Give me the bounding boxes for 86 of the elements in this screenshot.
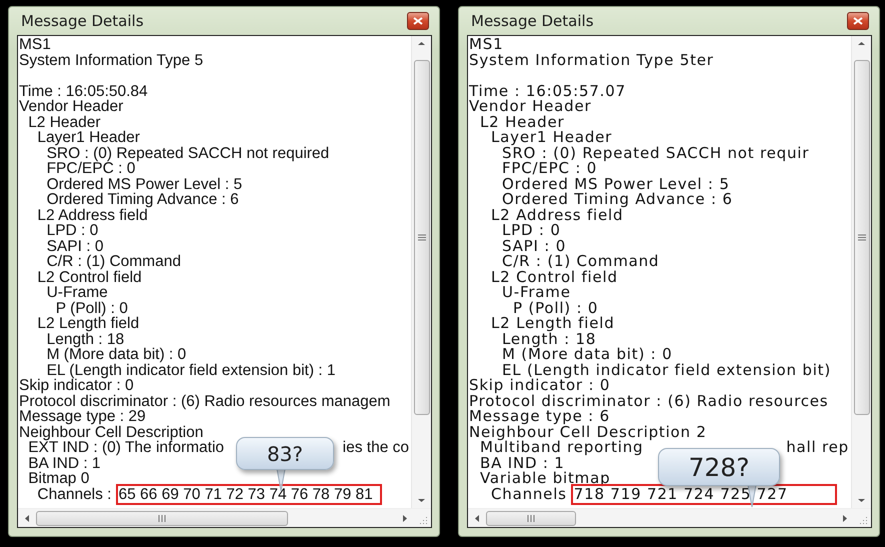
scroll-thumb[interactable] [414, 60, 430, 415]
detail-line: C/R : (1) Command [502, 254, 660, 270]
detail-line: Channels [491, 486, 567, 502]
detail-line: Ordered Timing Advance : 6 [502, 192, 733, 208]
detail-line: L2 Control field [37, 270, 142, 285]
detail-line: SAPI : 0 [502, 238, 566, 254]
detail-line: FPC/EPC : 0 [46, 161, 136, 176]
heading-line: System Information Type 5 [19, 52, 204, 68]
detail-line: Length : 18 [502, 332, 596, 347]
detail-line: Message type : 29 [19, 409, 146, 424]
detail-line: SAPI : 0 [46, 238, 104, 254]
detail-line: Message type : 6 [469, 409, 610, 424]
detail-line: SRO : (0) Repeated SACCH not requir [502, 146, 810, 161]
scroll-thumb[interactable] [36, 510, 288, 526]
scroll-right-icon[interactable] [402, 514, 408, 522]
detail-line: L2 Control field [491, 270, 618, 285]
heading-line: MS1 [19, 37, 51, 52]
detail-line: Vendor Header [469, 99, 592, 114]
detail-line: Skip indicator : 0 [469, 378, 610, 394]
detail-line: Layer1 Header [491, 130, 612, 146]
detail-line-end: hall rep [786, 440, 850, 456]
detail-line: Neighbour Cell Description [19, 424, 204, 440]
detail-line-end: ies the co [342, 440, 410, 456]
detail-line: M (More data bit) : 0 [502, 347, 672, 362]
callout-bubble: 728? [658, 448, 780, 486]
detail-line: LPD : 0 [46, 223, 98, 238]
scroll-right-icon[interactable] [842, 514, 848, 522]
scroll-left-icon[interactable] [474, 514, 480, 522]
detail-line: Vendor Header [19, 99, 124, 114]
detail-line: Bitmap 0 [28, 471, 90, 486]
detail-line: L2 Length field [37, 316, 140, 332]
detail-line: C/R : (1) Command [46, 254, 181, 270]
heading-line: MS1 [469, 37, 504, 52]
detail-line: P (Poll) : 0 [513, 300, 598, 316]
detail-line: BA IND : 1 [28, 456, 101, 471]
window-title: Message Details [470, 12, 594, 30]
detail-line: Layer1 Header [37, 130, 140, 146]
detail-line: EL (Length indicator field extension bit) [502, 362, 832, 378]
grip-icon [158, 514, 166, 522]
detail-line: EXT IND : (0) The informatio [28, 440, 224, 456]
close-icon [853, 17, 863, 25]
close-button[interactable] [407, 12, 429, 30]
detail-line: L2 Length field [491, 316, 615, 332]
detail-line: SRO : (0) Repeated SACCH not required [46, 146, 330, 161]
detail-line: L2 Header [480, 114, 564, 130]
resize-grip-icon[interactable] [418, 515, 428, 525]
resize-grip-icon[interactable] [858, 515, 868, 525]
detail-line: Time : 16:05:50.84 [19, 84, 148, 99]
scroll-thumb[interactable] [854, 60, 870, 415]
detail-line: EL (Length indicator field extension bit) : 1 [46, 362, 336, 378]
detail-line: Multiband reporting [480, 440, 644, 456]
detail-line: Length : 18 [46, 332, 124, 347]
detail-line: Neighbour Cell Description 2 [469, 424, 707, 440]
callout-bubble: 83? [236, 437, 334, 470]
detail-line: Skip indicator : 0 [19, 378, 134, 394]
grip-icon [418, 234, 426, 241]
close-icon [413, 17, 423, 25]
detail-line: U-Frame [502, 285, 571, 300]
detail-line: LPD : 0 [502, 223, 561, 238]
detail-line: Variable bitmap [480, 471, 610, 486]
detail-line: U-Frame [46, 285, 108, 300]
detail-line: L2 Header [28, 114, 101, 130]
detail-line: M (More data bit) : 0 [46, 347, 186, 362]
detail-line: L2 Address field [37, 208, 148, 223]
close-button[interactable] [847, 12, 869, 30]
detail-line: Protocol discriminator : (6) Radio resources [469, 394, 828, 409]
detail-line: Channels : [37, 486, 112, 502]
callout-pointer [747, 485, 757, 509]
grip-icon [858, 234, 866, 241]
grip-icon [527, 514, 535, 522]
window-title: Message Details [20, 12, 144, 30]
vertical-scrollbar[interactable] [851, 36, 871, 508]
channel-values: 65 66 69 70 71 72 73 74 76 78 79 81 [116, 484, 382, 505]
detail-line: Ordered MS Power Level : 5 [46, 176, 242, 192]
detail-line: FPC/EPC : 0 [502, 161, 598, 176]
detail-line: BA IND : 1 [480, 456, 565, 471]
detail-line: Time : 16:05:57.07 [469, 84, 626, 99]
detail-line: P (Poll) : 0 [56, 300, 128, 316]
scroll-left-icon[interactable] [24, 514, 30, 522]
detail-line: Ordered Timing Advance : 6 [46, 192, 239, 208]
detail-line: Protocol discriminator : (6) Radio resources managem [19, 394, 390, 409]
detail-line: L2 Address field [491, 208, 624, 223]
detail-line: Ordered MS Power Level : 5 [502, 176, 730, 192]
vertical-scrollbar[interactable] [411, 36, 431, 508]
scroll-thumb[interactable] [486, 510, 576, 526]
heading-line: System Information Type 5ter [469, 52, 714, 68]
